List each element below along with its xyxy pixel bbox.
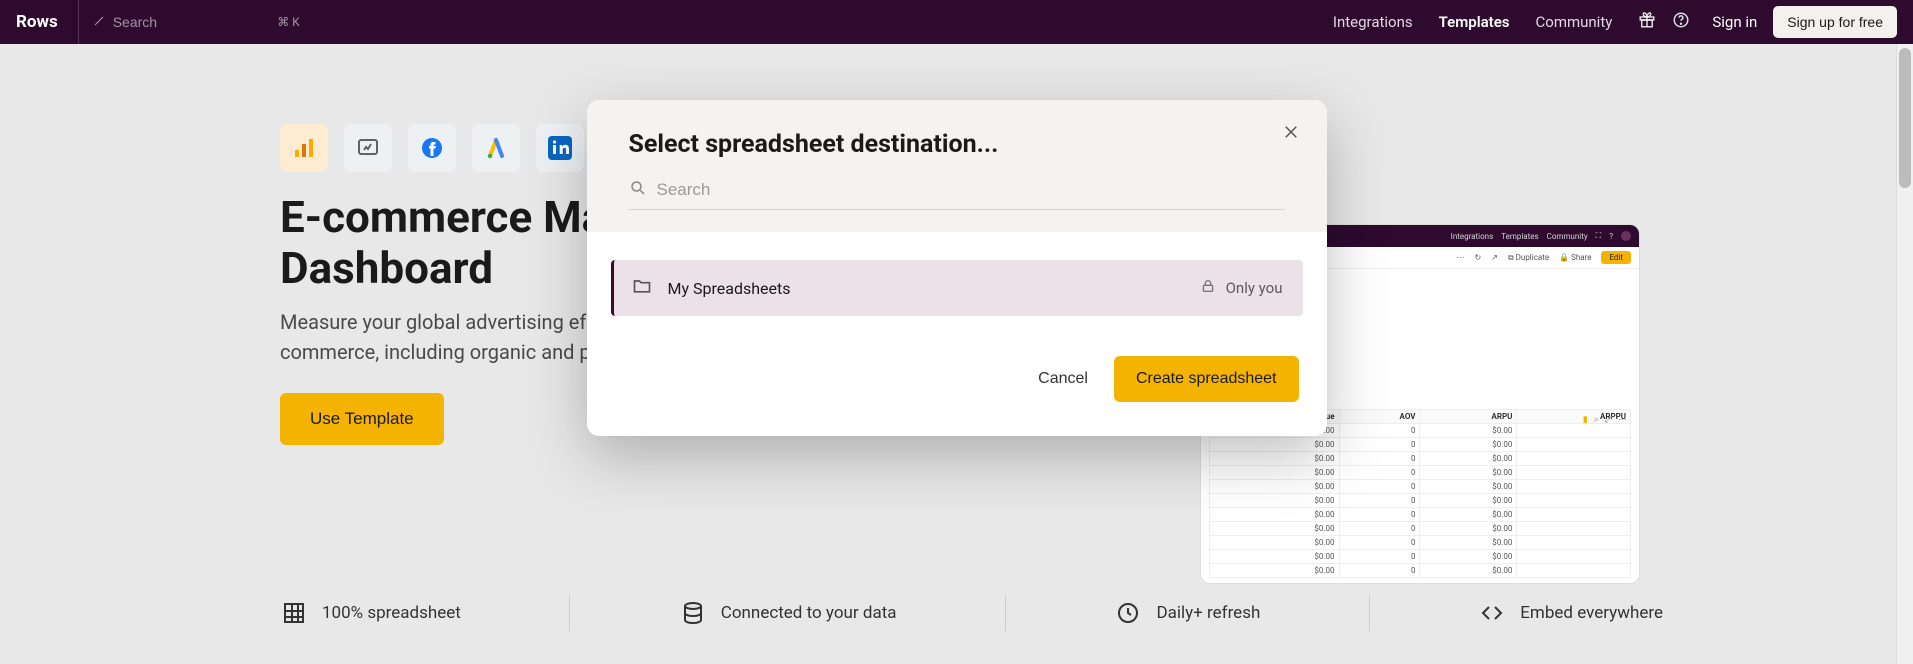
nav-link-templates[interactable]: Templates — [1439, 13, 1510, 31]
nav-link-community[interactable]: Community — [1536, 13, 1613, 31]
privacy-label: Only you — [1226, 279, 1283, 297]
nav-links: Integrations Templates Community — [1333, 13, 1612, 31]
destination-modal: Select spreadsheet destination... My Spr… — [587, 100, 1327, 436]
signup-button[interactable]: Sign up for free — [1773, 6, 1897, 38]
global-search[interactable]: ⌘ K — [78, 0, 308, 44]
top-navigation: Rows ⌘ K Integrations Templates Communit… — [0, 0, 1913, 44]
create-spreadsheet-button[interactable]: Create spreadsheet — [1114, 356, 1299, 402]
nav-link-integrations[interactable]: Integrations — [1333, 13, 1413, 31]
modal-title: Select spreadsheet destination... — [629, 130, 1285, 159]
search-icon — [629, 179, 647, 201]
cancel-button[interactable]: Cancel — [1038, 370, 1088, 388]
gift-icon[interactable] — [1638, 11, 1656, 33]
help-icon[interactable] — [1672, 11, 1690, 33]
modal-search[interactable] — [629, 179, 1285, 210]
vertical-scrollbar[interactable] — [1896, 44, 1913, 664]
search-slash-icon — [93, 15, 105, 30]
search-shortcut-label: ⌘ K — [277, 15, 300, 29]
scrollbar-thumb[interactable] — [1899, 48, 1911, 188]
folder-icon — [632, 276, 652, 300]
signin-link[interactable]: Sign in — [1712, 13, 1757, 31]
brand-logo[interactable]: Rows — [16, 12, 58, 32]
close-icon[interactable] — [1277, 118, 1305, 146]
modal-search-input[interactable] — [657, 180, 1285, 200]
destination-row-my-spreadsheets[interactable]: My Spreadsheets Only you — [611, 260, 1303, 316]
destination-label: My Spreadsheets — [668, 279, 791, 298]
modal-backdrop: Select spreadsheet destination... My Spr… — [0, 44, 1913, 664]
lock-icon — [1200, 278, 1216, 298]
